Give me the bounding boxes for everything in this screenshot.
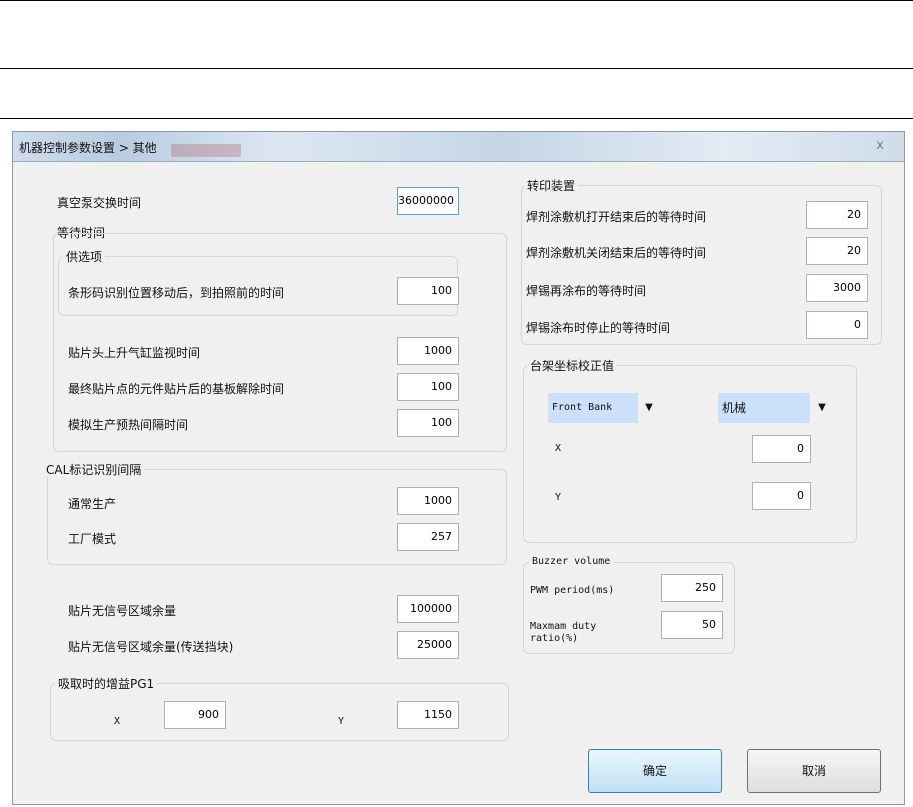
- close-wait-label: 焊剂涂敷机关闭结束后的等待时间: [526, 246, 707, 260]
- recoat-field[interactable]: 3000: [806, 274, 868, 302]
- gain-y-label: Y: [338, 716, 345, 727]
- nosignal-label: 贴片无信号区域余量: [68, 604, 177, 618]
- head-up-label: 贴片头上升气缸监视时间: [68, 346, 201, 360]
- barcode-label: 条形码识别位置移动后，到拍照前的时间: [68, 286, 285, 300]
- stage-y-field[interactable]: 0: [752, 482, 811, 510]
- feeder-group-label: 供选项: [63, 248, 106, 265]
- transfer-group-label: 转印装置: [524, 177, 579, 194]
- recoat-label: 焊锡再涂布的等待时间: [526, 284, 647, 298]
- open-wait-label: 焊剂涂敷机打开结束后的等待时间: [526, 210, 707, 224]
- factory-field[interactable]: 257: [397, 523, 459, 551]
- nosignal-field[interactable]: 100000: [397, 595, 459, 623]
- dialog-window: 机器控制参数设置 > 其他 x 真空泵交换时间 36000000 等待时间 供选…: [12, 131, 905, 805]
- window-title: 机器控制参数设置 > 其他: [19, 141, 157, 155]
- close-wait-field[interactable]: 20: [806, 237, 868, 265]
- close-icon[interactable]: x: [876, 138, 884, 153]
- gain-x-field[interactable]: 900: [164, 701, 226, 729]
- stop-wait-field[interactable]: 0: [806, 311, 868, 339]
- gain-y-field[interactable]: 1150: [397, 701, 459, 729]
- stop-wait-label: 焊锡涂布时停止的等待时间: [526, 321, 671, 335]
- vacuum-label: 真空泵交换时间: [57, 196, 142, 210]
- ok-button[interactable]: 确定: [588, 749, 722, 793]
- head-up-field[interactable]: 1000: [397, 337, 459, 365]
- bank-select[interactable]: Front Bank ▼: [548, 393, 658, 423]
- gain-x-label: X: [114, 716, 121, 727]
- final-label: 最终贴片点的元件贴片后的基板解除时间: [68, 382, 285, 396]
- gain-group-label: 吸取时的增益PG1: [55, 675, 158, 692]
- nosignal2-field[interactable]: 25000: [397, 631, 459, 659]
- pwm-label: PWM period(ms): [530, 585, 615, 596]
- top-rule: [0, 0, 913, 1]
- stage-x-label: X: [555, 443, 562, 454]
- stage-group-label: 台架坐标校正值: [527, 357, 618, 374]
- final-field[interactable]: 100: [397, 373, 459, 401]
- stage-x-field[interactable]: 0: [752, 435, 811, 463]
- mode-select-value: 机械: [718, 393, 810, 423]
- normal-field[interactable]: 1000: [397, 487, 459, 515]
- buzzer-group-label: Buzzer volume: [529, 556, 614, 567]
- factory-label: 工厂模式: [68, 532, 117, 546]
- bank-select-value: Front Bank: [548, 393, 638, 423]
- cancel-button[interactable]: 取消: [747, 749, 881, 793]
- title-decoration: [171, 144, 241, 157]
- normal-label: 通常生产: [68, 497, 117, 511]
- preheat-label: 模拟生产预热间隔时间: [68, 418, 189, 432]
- pwm-field[interactable]: 250: [661, 574, 723, 602]
- open-wait-field[interactable]: 20: [806, 201, 868, 229]
- mode-select[interactable]: 机械 ▼: [718, 393, 831, 423]
- duty-field[interactable]: 50: [661, 611, 723, 639]
- cal-group-label: CAL标记识别间隔: [43, 461, 145, 478]
- stage-y-label: Y: [555, 492, 562, 503]
- duty-label-line1: Maxmam duty: [530, 621, 597, 632]
- duty-label-line2: ratio(%): [530, 633, 579, 644]
- chevron-down-icon[interactable]: ▼: [813, 393, 831, 423]
- nosignal2-label: 贴片无信号区域余量(传送挡块): [68, 640, 234, 654]
- middle-rule: [0, 68, 913, 69]
- title-bar[interactable]: 机器控制参数设置 > 其他 x: [13, 132, 904, 162]
- chevron-down-icon[interactable]: ▼: [640, 393, 658, 423]
- bottom-rule: [0, 118, 913, 119]
- preheat-field[interactable]: 100: [397, 409, 459, 437]
- barcode-field[interactable]: 100: [397, 277, 459, 305]
- vacuum-field[interactable]: 36000000: [397, 187, 459, 215]
